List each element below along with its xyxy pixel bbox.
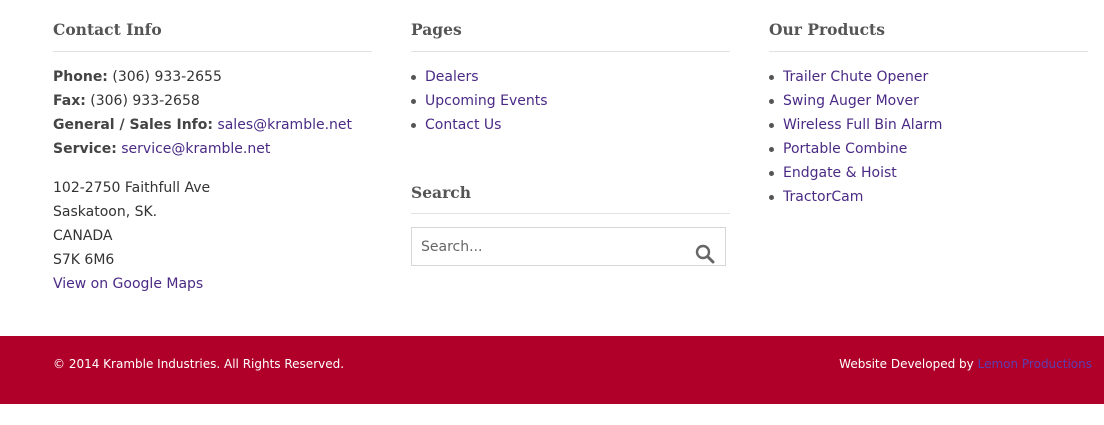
pages-heading: Pages (411, 0, 730, 52)
list-item: Portable Combine (769, 137, 1088, 161)
contact-info-heading: Contact Info (53, 0, 372, 52)
address-line: Saskatoon, SK. (53, 204, 158, 220)
sales-row: General / Sales Info: sales@kramble.net (53, 113, 372, 137)
product-link-swing-auger-mover[interactable]: Swing Auger Mover (783, 93, 919, 109)
product-link-wireless-full-bin-alarm[interactable]: Wireless Full Bin Alarm (783, 117, 942, 133)
list-item: Dealers (411, 65, 730, 89)
page-link-dealers[interactable]: Dealers (425, 69, 479, 85)
phone-row: Phone: (306) 933-2655 (53, 65, 372, 89)
address-line: S7K 6M6 (53, 252, 115, 268)
list-item: Swing Auger Mover (769, 89, 1088, 113)
address-block: 102-2750 Faithfull Ave Saskatoon, SK. CA… (53, 176, 372, 296)
list-item: TractorCam (769, 185, 1088, 209)
sales-label: General / Sales Info: (53, 117, 213, 133)
search-input[interactable] (412, 228, 672, 265)
google-maps-link[interactable]: View on Google Maps (53, 276, 203, 292)
address-line: 102-2750 Faithfull Ave (53, 180, 211, 196)
sales-email-link[interactable]: sales@kramble.net (217, 117, 352, 133)
fax-number: (306) 933-2658 (90, 93, 200, 109)
fax-row: Fax: (306) 933-2658 (53, 89, 372, 113)
products-section: Our Products Trailer Chute Opener Swing … (769, 0, 1088, 209)
service-label: Service: (53, 141, 117, 157)
service-row: Service: service@kramble.net (53, 137, 372, 161)
contact-info-section: Contact Info Phone: (306) 933-2655 Fax: … (53, 0, 372, 296)
products-heading: Our Products (769, 0, 1088, 52)
list-item: Endgate & Hoist (769, 161, 1088, 185)
products-list: Trailer Chute Opener Swing Auger Mover W… (769, 65, 1088, 209)
copyright-text: © 2014 Kramble Industries. All Rights Re… (53, 357, 345, 371)
product-link-trailer-chute-opener[interactable]: Trailer Chute Opener (783, 69, 928, 85)
phone-label: Phone: (53, 69, 108, 85)
page-link-contact-us[interactable]: Contact Us (425, 117, 501, 133)
list-item: Trailer Chute Opener (769, 65, 1088, 89)
credit-prefix: Website Developed by (839, 357, 974, 371)
developer-link[interactable]: Lemon Productions (978, 357, 1092, 371)
contact-details: Phone: (306) 933-2655 Fax: (306) 933-265… (53, 65, 372, 161)
address-line: CANADA (53, 228, 113, 244)
developer-credit: Website Developed by Lemon Productions (839, 356, 1092, 372)
footer-bar: © 2014 Kramble Industries. All Rights Re… (0, 336, 1104, 404)
page-link-upcoming-events[interactable]: Upcoming Events (425, 93, 548, 109)
product-link-tractorcam[interactable]: TractorCam (783, 189, 863, 205)
list-item: Upcoming Events (411, 89, 730, 113)
search-box (411, 227, 726, 266)
list-item: Contact Us (411, 113, 730, 137)
pages-section: Pages Dealers Upcoming Events Contact Us… (411, 0, 730, 266)
list-item: Wireless Full Bin Alarm (769, 113, 1088, 137)
phone-number: (306) 933-2655 (112, 69, 222, 85)
service-email-link[interactable]: service@kramble.net (121, 141, 270, 157)
search-icon[interactable] (695, 244, 715, 268)
pages-list: Dealers Upcoming Events Contact Us (411, 65, 730, 137)
product-link-endgate-hoist[interactable]: Endgate & Hoist (783, 165, 897, 181)
search-heading: Search (411, 167, 730, 214)
fax-label: Fax: (53, 93, 86, 109)
product-link-portable-combine[interactable]: Portable Combine (783, 141, 907, 157)
